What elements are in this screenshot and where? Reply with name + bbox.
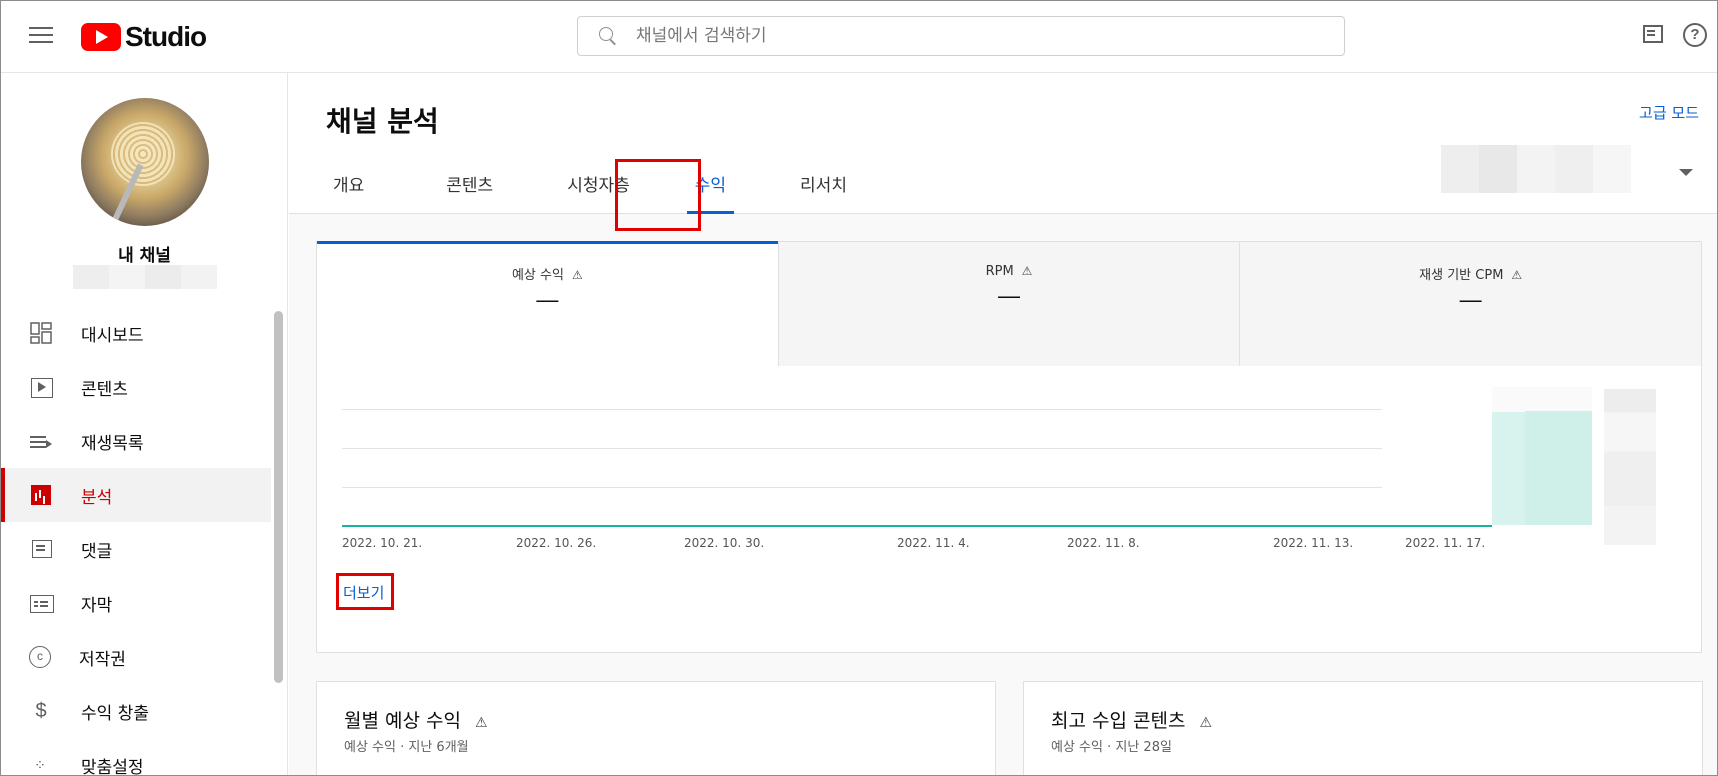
avatar[interactable] bbox=[81, 98, 209, 226]
sidebar-item-comments[interactable]: 댓글 bbox=[1, 522, 271, 576]
sidebar-item-label: 자막 bbox=[81, 595, 113, 616]
date-range-selector-redacted[interactable] bbox=[1441, 145, 1631, 193]
sidebar-nav: 대시보드 콘텐츠 재생목록 분석 댓글 자막 c 저작권 $ 수익 창출 ⁘ 맞… bbox=[1, 306, 271, 776]
main-content: 채널 분석 고급 모드 개요 콘텐츠 시청자층 수익 리서치 예상 수익 ⚠ — … bbox=[289, 73, 1717, 775]
grid-line bbox=[342, 448, 1382, 449]
metric-value: — bbox=[998, 283, 1020, 308]
advanced-mode-link[interactable]: 고급 모드 bbox=[1639, 102, 1699, 123]
search-box[interactable] bbox=[577, 16, 1345, 56]
metric-title: RPM bbox=[985, 264, 1014, 279]
menu-icon[interactable] bbox=[29, 27, 53, 47]
x-tick-label: 2022. 11. 13. bbox=[1273, 536, 1354, 550]
sidebar-item-label: 저작권 bbox=[79, 649, 126, 670]
tab-overview[interactable]: 개요 bbox=[325, 171, 372, 214]
youtube-logo-icon bbox=[81, 23, 121, 51]
sidebar-item-playlists[interactable]: 재생목록 bbox=[1, 414, 271, 468]
sidebar-item-label: 재생목록 bbox=[81, 433, 144, 454]
warning-icon: ⚠ bbox=[474, 715, 488, 731]
tab-research[interactable]: 리서치 bbox=[792, 171, 855, 214]
analytics-icon bbox=[31, 485, 51, 505]
customization-icon: ⁘ bbox=[34, 757, 48, 773]
sidebar-item-dashboard[interactable]: 대시보드 bbox=[1, 306, 271, 360]
app-window: Studio ? 내 채널 대시보드 콘텐츠 bbox=[0, 0, 1718, 776]
see-more-link[interactable]: 더보기 bbox=[343, 582, 384, 603]
sidebar: 내 채널 대시보드 콘텐츠 재생목록 분석 댓글 자막 c 저작권 $ 수익 창… bbox=[1, 73, 288, 776]
feedback-icon[interactable] bbox=[1641, 23, 1663, 45]
revenue-chart: 2022. 10. 21. 2022. 10. 26. 2022. 10. 30… bbox=[342, 387, 1656, 587]
sidebar-item-customization[interactable]: ⁘ 맞춤설정 bbox=[1, 738, 271, 776]
analytics-tabs: 개요 콘텐츠 시청자층 수익 리서치 bbox=[319, 171, 855, 214]
sidebar-item-label: 댓글 bbox=[81, 541, 113, 562]
page-title: 채널 분석 bbox=[326, 105, 439, 138]
metric-tabs: 예상 수익 ⚠ — RPM ⚠ — 재생 기반 CPM ⚠ — bbox=[317, 241, 1702, 366]
top-earning-content-card: 최고 수입 콘텐츠 ⚠ 예상 수익 · 지난 28일 bbox=[1023, 681, 1703, 775]
revenue-metrics-card: 예상 수익 ⚠ — RPM ⚠ — 재생 기반 CPM ⚠ — 2022. 10… bbox=[316, 241, 1702, 653]
card-subtitle: 예상 수익 · 지난 6개월 bbox=[344, 740, 469, 755]
sidebar-item-label: 수익 창출 bbox=[81, 703, 149, 724]
chart-redacted-legend bbox=[1604, 389, 1656, 545]
header-actions: ? bbox=[1641, 23, 1707, 47]
sidebar-item-monetization[interactable]: $ 수익 창출 bbox=[1, 684, 271, 738]
sidebar-item-subtitles[interactable]: 자막 bbox=[1, 576, 271, 630]
metric-playback-cpm[interactable]: 재생 기반 CPM ⚠ — bbox=[1239, 242, 1702, 366]
x-tick-label: 2022. 11. 17. bbox=[1405, 536, 1486, 550]
grid-line bbox=[342, 409, 1382, 410]
page-header: 채널 분석 고급 모드 개요 콘텐츠 시청자층 수익 리서치 bbox=[289, 73, 1717, 231]
monthly-revenue-card: 월별 예상 수익 ⚠ 예상 수익 · 지난 6개월 bbox=[316, 681, 996, 775]
metric-rpm[interactable]: RPM ⚠ — bbox=[777, 242, 1240, 366]
x-tick-label: 2022. 10. 26. bbox=[516, 536, 597, 550]
playlist-icon bbox=[29, 429, 53, 453]
metric-value: — bbox=[1459, 287, 1482, 312]
card-title: 월별 예상 수익 bbox=[344, 710, 461, 732]
top-header: Studio ? bbox=[1, 1, 1717, 73]
metric-value: — bbox=[536, 287, 559, 312]
revenue-tab-highlight bbox=[615, 159, 701, 231]
card-subtitle: 예상 수익 · 지난 28일 bbox=[1051, 740, 1172, 755]
card-title: 최고 수입 콘텐츠 bbox=[1051, 710, 1186, 732]
help-icon[interactable]: ? bbox=[1683, 23, 1707, 47]
sidebar-item-content[interactable]: 콘텐츠 bbox=[1, 360, 271, 414]
metric-title: 예상 수익 bbox=[511, 268, 564, 283]
x-tick-label: 2022. 11. 4. bbox=[897, 536, 970, 550]
warning-icon: ⚠ bbox=[1511, 268, 1523, 282]
series-line bbox=[342, 525, 1492, 527]
chevron-down-icon[interactable] bbox=[1679, 169, 1693, 176]
search-input[interactable] bbox=[636, 26, 1344, 46]
metric-estimated-revenue[interactable]: 예상 수익 ⚠ — bbox=[317, 241, 778, 366]
chart-redacted-bar bbox=[1525, 411, 1592, 525]
channel-handle-redacted bbox=[73, 265, 217, 289]
x-tick-label: 2022. 11. 8. bbox=[1067, 536, 1140, 550]
sidebar-item-copyright[interactable]: c 저작권 bbox=[1, 630, 271, 684]
search-icon bbox=[598, 26, 618, 46]
channel-name: 내 채널 bbox=[118, 246, 171, 266]
monetization-icon: $ bbox=[35, 700, 47, 722]
copyright-icon: c bbox=[29, 646, 51, 668]
content-icon bbox=[29, 375, 53, 399]
sidebar-scrollbar[interactable] bbox=[274, 311, 283, 683]
logo-text: Studio bbox=[125, 21, 207, 52]
tab-content[interactable]: 콘텐츠 bbox=[438, 171, 501, 214]
x-tick-label: 2022. 10. 30. bbox=[684, 536, 765, 550]
subtitles-icon bbox=[29, 591, 54, 615]
sidebar-item-label: 맞춤설정 bbox=[81, 757, 144, 776]
sidebar-item-label: 콘텐츠 bbox=[81, 379, 128, 400]
warning-icon: ⚠ bbox=[1021, 264, 1033, 278]
sidebar-item-label: 분석 bbox=[81, 487, 113, 508]
sidebar-item-label: 대시보드 bbox=[81, 325, 144, 346]
metric-title: 재생 기반 CPM bbox=[1419, 268, 1504, 283]
comment-icon bbox=[29, 537, 53, 561]
warning-icon: ⚠ bbox=[571, 268, 583, 282]
warning-icon: ⚠ bbox=[1199, 715, 1213, 731]
dashboard-icon bbox=[29, 321, 53, 345]
studio-logo[interactable]: Studio bbox=[81, 21, 207, 53]
sidebar-item-analytics[interactable]: 분석 bbox=[1, 468, 271, 522]
x-tick-label: 2022. 10. 21. bbox=[342, 536, 423, 550]
grid-line bbox=[342, 487, 1382, 488]
